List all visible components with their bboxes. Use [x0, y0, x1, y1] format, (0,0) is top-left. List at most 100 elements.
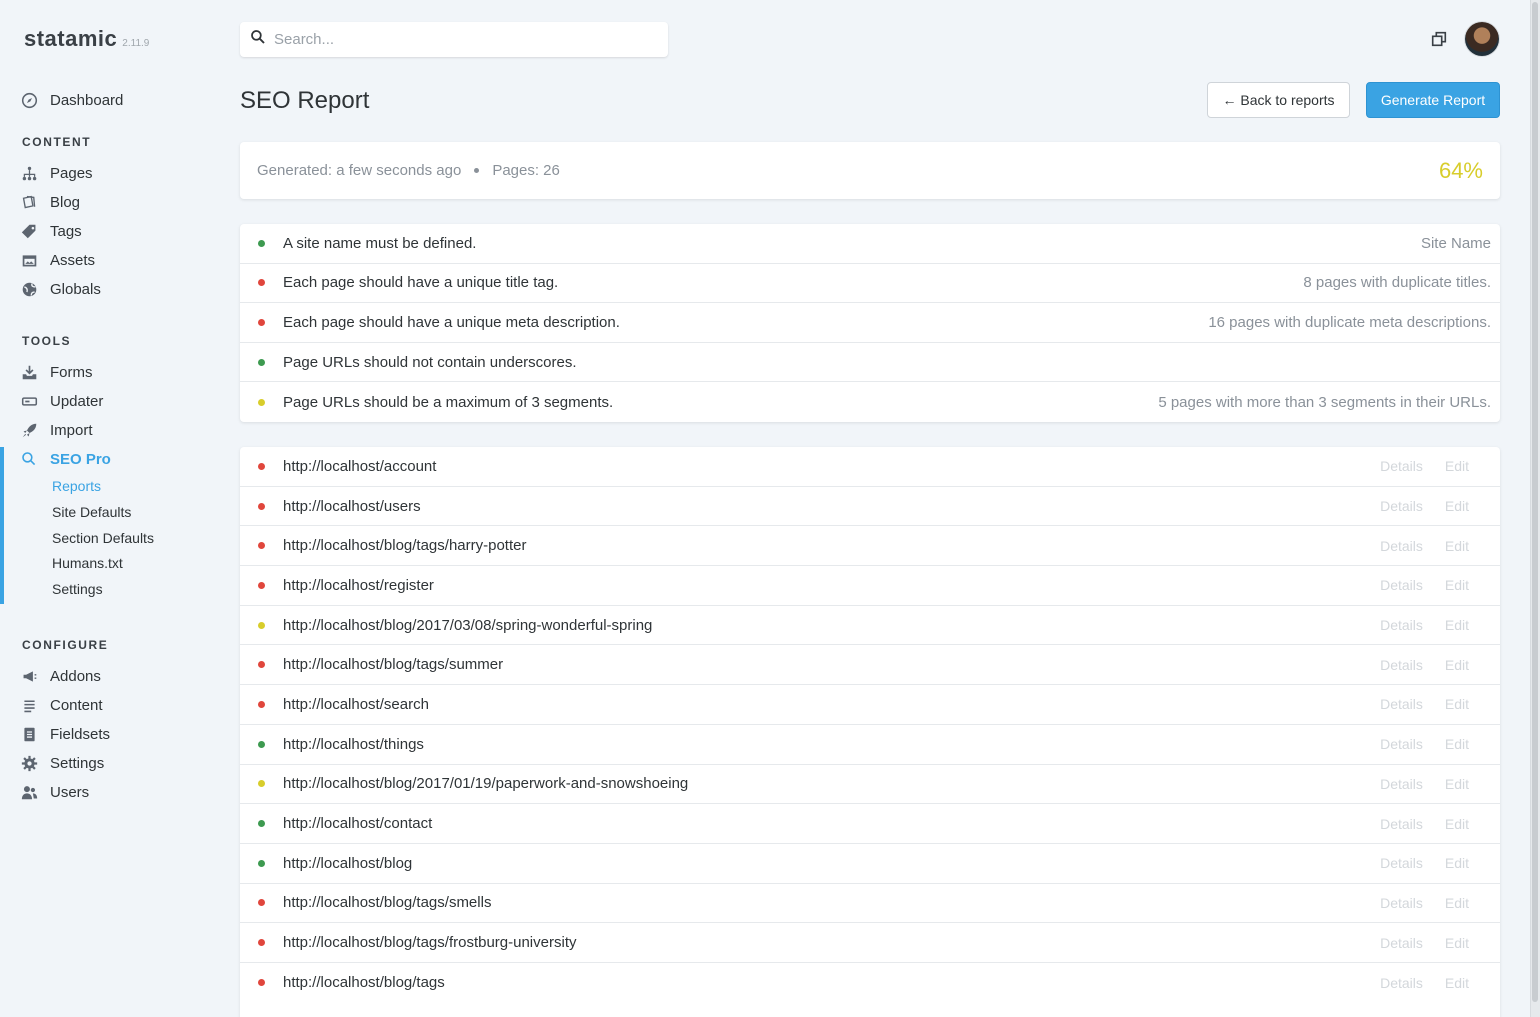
page-url[interactable]: http://localhost/blog/tags/smells	[283, 894, 491, 911]
edit-link[interactable]: Edit	[1445, 816, 1469, 832]
search-bar[interactable]	[240, 22, 668, 57]
page-url[interactable]: http://localhost/blog/2017/03/08/spring-…	[283, 617, 652, 634]
page-url[interactable]: http://localhost/register	[283, 577, 434, 594]
sidebar-subitem-site-defaults[interactable]: Site Defaults	[52, 504, 131, 520]
pages-stack-icon	[20, 193, 38, 211]
sidebar-subitem-reports[interactable]: Reports	[52, 478, 101, 494]
table-row[interactable]: http://localhost/blog/tags/frostburg-uni…	[240, 923, 1500, 963]
details-link[interactable]: Details	[1380, 538, 1423, 554]
details-link[interactable]: Details	[1380, 816, 1423, 832]
edit-link[interactable]: Edit	[1445, 498, 1469, 514]
sidebar-item-label: Import	[50, 421, 93, 439]
edit-link[interactable]: Edit	[1445, 617, 1469, 633]
edit-link[interactable]: Edit	[1445, 975, 1469, 991]
download-tray-icon	[20, 363, 38, 381]
page-url[interactable]: http://localhost/blog/tags	[283, 974, 445, 991]
page-url[interactable]: http://localhost/search	[283, 696, 429, 713]
edit-link[interactable]: Edit	[1445, 736, 1469, 752]
brand[interactable]: statamic 2.11.9	[24, 26, 149, 52]
page-url[interactable]: http://localhost/account	[283, 458, 436, 475]
sidebar-item-tags[interactable]: Tags	[20, 219, 82, 243]
search-input[interactable]	[274, 31, 654, 48]
page-url[interactable]: http://localhost/blog/2017/01/19/paperwo…	[283, 775, 688, 792]
avatar[interactable]	[1465, 22, 1499, 56]
details-link[interactable]: Details	[1380, 617, 1423, 633]
page-url[interactable]: http://localhost/blog/tags/harry-potter	[283, 537, 526, 554]
edit-link[interactable]: Edit	[1445, 538, 1469, 554]
details-link[interactable]: Details	[1380, 458, 1423, 474]
page-url[interactable]: http://localhost/blog	[283, 855, 412, 872]
search-icon	[20, 450, 38, 468]
pages-list: http://localhost/account Details Edit http:…	[240, 447, 1500, 1017]
page-url[interactable]: http://localhost/blog/tags/frostburg-uni…	[283, 934, 576, 951]
sidebar-item-blog[interactable]: Blog	[20, 190, 80, 214]
external-window-icon[interactable]	[1430, 30, 1448, 48]
edit-link[interactable]: Edit	[1445, 696, 1469, 712]
rule-result: 8 pages with duplicate titles.	[1303, 274, 1491, 292]
edit-link[interactable]: Edit	[1445, 577, 1469, 593]
table-row[interactable]: http://localhost/contact Details Edit	[240, 804, 1500, 844]
table-row[interactable]: http://localhost/blog/tags/smells Details…	[240, 884, 1500, 924]
details-link[interactable]: Details	[1380, 657, 1423, 673]
sidebar-item-pages[interactable]: Pages	[20, 161, 93, 185]
edit-link[interactable]: Edit	[1445, 657, 1469, 673]
details-link[interactable]: Details	[1380, 577, 1423, 593]
generate-report-button[interactable]: Generate Report	[1366, 82, 1500, 118]
row-actions: Details Edit	[1380, 935, 1469, 951]
sidebar-item-forms[interactable]: Forms	[20, 360, 93, 384]
sidebar-item-addons[interactable]: Addons	[20, 664, 101, 688]
sidebar-subitem-section-defaults[interactable]: Section Defaults	[52, 530, 154, 546]
status-dot	[258, 318, 265, 326]
sidebar-item-users[interactable]: Users	[20, 780, 89, 804]
details-link[interactable]: Details	[1380, 498, 1423, 514]
scrollbar[interactable]	[1530, 0, 1540, 1017]
page-url[interactable]: http://localhost/blog/tags/summer	[283, 656, 503, 673]
row-actions: Details Edit	[1380, 816, 1469, 832]
sidebar-item-import[interactable]: Import	[20, 418, 93, 442]
details-link[interactable]: Details	[1380, 696, 1423, 712]
details-link[interactable]: Details	[1380, 895, 1423, 911]
sitemap-icon	[20, 164, 38, 182]
back-to-reports-button[interactable]: ← Back to reports	[1207, 82, 1350, 118]
report-summary: Generated: a few seconds ago Pages: 26 6…	[240, 142, 1500, 199]
page-url[interactable]: http://localhost/contact	[283, 815, 432, 832]
edit-link[interactable]: Edit	[1445, 895, 1469, 911]
details-link[interactable]: Details	[1380, 736, 1423, 752]
edit-link[interactable]: Edit	[1445, 458, 1469, 474]
details-link[interactable]: Details	[1380, 975, 1423, 991]
row-actions: Details Edit	[1380, 617, 1469, 633]
sidebar-subitem-settings[interactable]: Settings	[52, 581, 103, 597]
table-row[interactable]: http://localhost/blog Details Edit	[240, 844, 1500, 884]
page-url[interactable]: http://localhost/things	[283, 736, 424, 753]
sidebar-item-settings[interactable]: Settings	[20, 751, 104, 775]
edit-link[interactable]: Edit	[1445, 776, 1469, 792]
scrollbar-thumb[interactable]	[1532, 2, 1538, 1002]
details-link[interactable]: Details	[1380, 935, 1423, 951]
table-row[interactable]: http://localhost/search Details Edit	[240, 685, 1500, 725]
sidebar-item-dashboard[interactable]: Dashboard	[20, 88, 123, 112]
page-url[interactable]: http://localhost/users	[283, 498, 421, 515]
status-dot	[258, 979, 265, 987]
table-row[interactable]: http://localhost/users Details Edit	[240, 487, 1500, 527]
sidebar-item-updater[interactable]: Updater	[20, 389, 103, 413]
rule-result: 16 pages with duplicate meta description…	[1208, 313, 1491, 331]
table-row[interactable]: http://localhost/blog/2017/01/19/paperwo…	[240, 765, 1500, 805]
table-row[interactable]: http://localhost/blog/tags Details Edit	[240, 963, 1500, 1003]
details-link[interactable]: Details	[1380, 855, 1423, 871]
sidebar-item-seo-pro[interactable]: SEO Pro	[20, 447, 111, 471]
sidebar-item-content[interactable]: Content	[20, 693, 103, 717]
table-row[interactable]: http://localhost/blog/tags/summer Details…	[240, 645, 1500, 686]
edit-link[interactable]: Edit	[1445, 935, 1469, 951]
table-row[interactable]: http://localhost/register Details Edit	[240, 566, 1500, 606]
table-row[interactable]: http://localhost/blog/2017/03/08/spring-…	[240, 606, 1500, 646]
sidebar-item-globals[interactable]: Globals	[20, 277, 101, 301]
sidebar-item-fieldsets[interactable]: Fieldsets	[20, 722, 110, 746]
edit-link[interactable]: Edit	[1445, 855, 1469, 871]
sidebar-item-label: Content	[50, 696, 103, 714]
details-link[interactable]: Details	[1380, 776, 1423, 792]
sidebar-item-assets[interactable]: Assets	[20, 248, 95, 272]
table-row[interactable]: http://localhost/things Details Edit	[240, 725, 1500, 765]
table-row[interactable]: http://localhost/blog/tags/harry-potter D…	[240, 526, 1500, 567]
sidebar-subitem-humans-txt[interactable]: Humans.txt	[52, 555, 123, 571]
table-row[interactable]: http://localhost/account Details Edit	[240, 447, 1500, 487]
